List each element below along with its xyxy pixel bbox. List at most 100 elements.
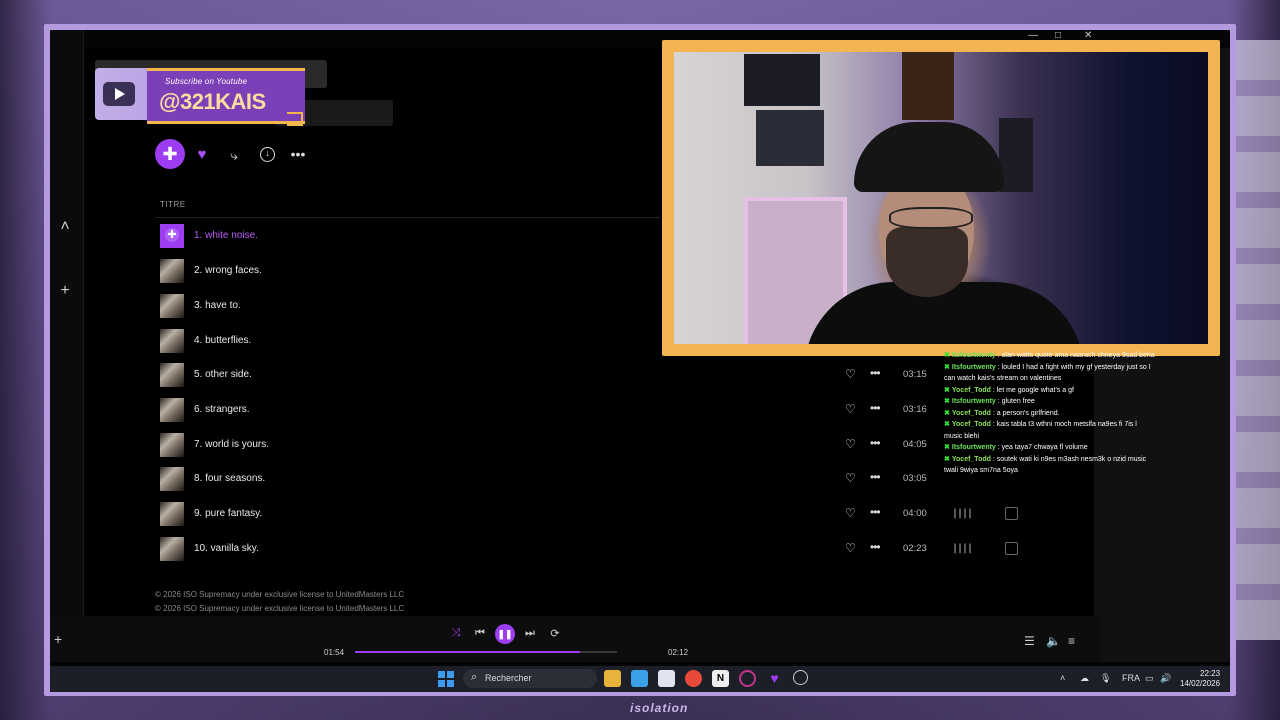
select-checkbox[interactable] (1005, 542, 1018, 555)
badge-icon: ✖ (944, 455, 950, 463)
subscribe-card: Subscribe on Youtube @321KAIS (95, 68, 305, 124)
copilot-icon[interactable] (631, 670, 648, 687)
person-glasses (889, 207, 973, 229)
heart-icon[interactable]: ♥ (193, 146, 211, 164)
track-title: 9. pure fantasy. (194, 508, 263, 519)
audio-bars-icon: |||| (952, 543, 973, 554)
clock-date: 14/02/2026 (1180, 679, 1221, 688)
chrome-icon[interactable] (685, 670, 702, 687)
cover-thumbnail (160, 502, 184, 526)
track-row[interactable]: 10. vanilla sky. ♡ ••• 02:23 |||| (160, 534, 1090, 564)
cover-thumbnail (160, 398, 184, 422)
plus-icon[interactable]: + (54, 631, 62, 647)
chat-overlay: ✖ Itsfourtwenty : alan watts quote ama na… (944, 350, 1156, 506)
windows-start-icon[interactable] (438, 671, 454, 687)
more-icon[interactable]: ••• (870, 436, 881, 450)
cover-thumbnail (160, 294, 184, 318)
previous-icon[interactable]: ⏮ (472, 627, 488, 640)
player-bar (50, 616, 1100, 662)
chat-message: ✖ Yocef_Todd : a person's girlfriend. (944, 408, 1156, 420)
more-icon[interactable]: ••• (870, 401, 881, 415)
taskbar-search[interactable]: ⌕ Rechercher (463, 669, 597, 688)
track-duration: 03:05 (903, 473, 927, 484)
more-icon[interactable]: ••• (870, 540, 881, 554)
more-icon[interactable]: ••• (870, 505, 881, 519)
heart-icon[interactable]: ♡ (845, 506, 856, 520)
cover-thumbnail (160, 537, 184, 561)
poster (744, 54, 820, 106)
cover-thumbnail (160, 224, 184, 248)
play-album-button[interactable]: ✚ (155, 139, 185, 169)
chat-username: Yocef_Todd (951, 455, 991, 463)
cloud-icon[interactable]: ☁ (1080, 673, 1089, 684)
track-title: 5. other side. (194, 369, 252, 380)
chat-username: Itsfourtwenty (951, 352, 996, 359)
decoration (287, 112, 303, 126)
obs-icon[interactable] (793, 670, 808, 685)
next-icon[interactable]: ⏭ (522, 627, 538, 640)
chevron-up-icon[interactable]: ˄ (56, 218, 74, 236)
shuffle-icon[interactable]: ⤨ (448, 627, 464, 640)
webcam-feed (674, 52, 1208, 344)
track-title: 7. world is yours. (194, 439, 270, 450)
poster (902, 52, 954, 120)
tray-chevron-icon[interactable]: ˄ (1060, 673, 1065, 683)
copyright-line: © 2026 ISO Supremacy under exclusive lic… (155, 604, 405, 613)
clock[interactable]: 22:23 14/02/2026 (1180, 669, 1220, 689)
track-title: 6. strangers. (194, 404, 250, 415)
track-title: 10. vanilla sky. (194, 543, 259, 554)
badge-icon: ✖ (944, 363, 950, 371)
cover-thumbnail (160, 433, 184, 457)
queue-icon[interactable]: ☰ (1024, 634, 1035, 648)
heart-icon[interactable]: ♡ (845, 437, 856, 451)
notion-icon[interactable]: N (712, 670, 729, 687)
heart-icon[interactable]: ♡ (845, 402, 856, 416)
opera-icon[interactable] (739, 670, 756, 687)
progress-bar[interactable] (355, 651, 617, 653)
pause-button[interactable]: ❚❚ (495, 624, 515, 644)
chat-message: ✖ Itsfourtwenty : yea taya7 chwaya fl vol… (944, 442, 1156, 454)
webcam-frame (662, 40, 1220, 356)
badge-icon: ✖ (944, 398, 950, 405)
left-rail: ˄ + (50, 30, 84, 662)
language-indicator[interactable]: FRA (1122, 673, 1140, 683)
network-icon[interactable]: ▭ (1145, 673, 1154, 684)
track-title: 2. wrong faces. (194, 265, 262, 276)
mic-icon[interactable]: 🎙 (1100, 673, 1111, 684)
more-icon[interactable]: ••• (870, 366, 881, 380)
repeat-icon[interactable]: ⟳ (547, 627, 563, 640)
file-explorer-icon[interactable] (604, 670, 621, 687)
chat-text: : yea taya7 chwaya fl volume (995, 444, 1088, 451)
select-checkbox[interactable] (1005, 507, 1018, 520)
badge-icon: ✖ (944, 386, 950, 394)
total-time: 02:12 (668, 648, 689, 657)
badge-icon: ✖ (944, 409, 950, 417)
more-icon[interactable]: ••• (289, 145, 307, 163)
download-icon[interactable]: ↓ (260, 147, 275, 162)
chat-message: ✖ Itsfourtwenty : gluten free (944, 396, 1156, 408)
share-icon[interactable]: ⤷ (225, 146, 243, 164)
music-app-icon[interactable]: ♥ (766, 670, 783, 687)
channel-handle: @321KAIS (159, 89, 266, 114)
clock-time: 22:23 (1200, 669, 1221, 678)
track-duration: 04:00 (903, 508, 927, 519)
plus-icon[interactable]: + (56, 282, 74, 300)
heart-icon[interactable]: ♡ (845, 367, 856, 381)
heart-icon[interactable]: ♡ (845, 541, 856, 555)
track-title: 3. have to. (194, 300, 241, 311)
subscribe-overlay: Subscribe on Youtube @321KAIS (95, 60, 393, 126)
volume-icon[interactable]: 🔈 (1046, 634, 1061, 648)
track-duration: 02:23 (903, 543, 927, 554)
track-title: 4. butterflies. (194, 335, 252, 346)
chat-username: Yocef_Todd (951, 409, 991, 417)
heart-icon[interactable]: ♡ (845, 471, 856, 485)
person-beard (886, 227, 968, 297)
subscribe-banner: Subscribe on Youtube @321KAIS (147, 68, 305, 124)
search-icon: ⌕ (471, 671, 478, 683)
poster (756, 110, 824, 166)
cover-thumbnail (160, 329, 184, 353)
store-icon[interactable] (658, 670, 675, 687)
settings-icon[interactable]: ≡ (1068, 634, 1075, 648)
speaker-icon[interactable]: 🔊 (1160, 673, 1171, 684)
more-icon[interactable]: ••• (870, 470, 881, 484)
